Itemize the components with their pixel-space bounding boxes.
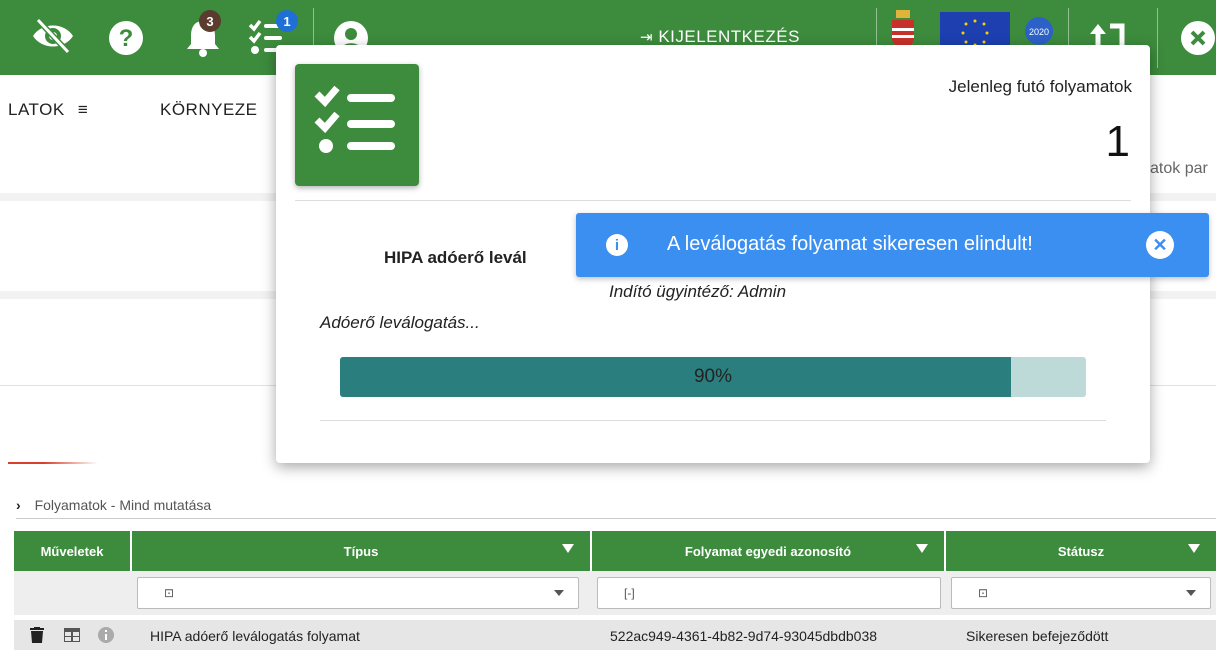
breadcrumb-label: Folyamatok - Mind mutatása xyxy=(34,497,212,513)
row-statusz: Sikeresen befejeződött xyxy=(966,628,1109,644)
nav-item-menu[interactable]: LATOK ≡ xyxy=(8,100,88,120)
eu-2020-label: 2020 xyxy=(1029,27,1049,37)
column-header-azonosito[interactable]: Folyamat egyedi azonosító xyxy=(592,531,944,571)
filter-placeholder: [-] xyxy=(624,586,635,600)
job-starter: Indító ügyintéző: Admin xyxy=(609,282,787,301)
chevron-right-icon: › xyxy=(16,497,21,513)
nav-item-environment[interactable]: KÖRNYEZE xyxy=(160,100,258,120)
filter-icon[interactable] xyxy=(562,544,574,553)
chevron-down-icon xyxy=(1186,590,1196,596)
filter-icon[interactable] xyxy=(1188,544,1200,553)
close-icon: ✕ xyxy=(1152,234,1168,255)
row-tipus: HIPA adóerő leválogatás folyamat xyxy=(150,628,360,644)
eye-off-icon[interactable] xyxy=(30,16,76,61)
column-header-label: Státusz xyxy=(1057,543,1105,559)
partial-label: atok par xyxy=(1150,160,1208,177)
close-app-icon[interactable] xyxy=(1180,20,1216,61)
progress-label: 90% xyxy=(693,366,733,387)
info-icon[interactable] xyxy=(98,627,114,646)
column-header-label: Műveletek xyxy=(40,543,104,559)
trash-icon[interactable] xyxy=(30,627,44,646)
logout-label: KIJELENTKEZÉS xyxy=(658,27,800,46)
filter-placeholder: ⊡ xyxy=(978,586,989,600)
column-header-muveletek: Műveletek xyxy=(14,531,130,571)
notifications-badge: 3 xyxy=(199,10,221,32)
column-header-statusz[interactable]: Státusz xyxy=(946,531,1216,571)
nav-item-label: LATOK xyxy=(8,100,65,119)
accent-line xyxy=(8,462,98,464)
azonosito-filter-input[interactable]: [-] xyxy=(597,577,941,609)
row-azonosito: 522ac949-4361-4b82-9d74-93045dbdb038 xyxy=(610,628,878,644)
table-row[interactable]: HIPA adóerő leválogatás folyamat 522ac94… xyxy=(14,620,1216,650)
filter-icon[interactable] xyxy=(916,544,928,553)
column-header-label: Típus xyxy=(343,543,379,559)
tasks-list-icon xyxy=(295,64,419,186)
divider xyxy=(320,420,1106,421)
breadcrumb-divider xyxy=(16,518,1216,519)
help-icon[interactable]: ? xyxy=(108,20,144,61)
info-icon: i xyxy=(606,234,628,256)
job-name: HIPA adóerő levál xyxy=(384,248,527,267)
logout-icon: ⇥ xyxy=(640,29,654,46)
menu-icon: ≡ xyxy=(77,100,89,119)
filter-placeholder: ⊡ xyxy=(164,586,175,600)
progress-bar: 90% xyxy=(340,357,1086,397)
chevron-down-icon xyxy=(554,590,564,596)
divider xyxy=(295,200,1131,201)
tipus-filter-select[interactable]: ⊡ xyxy=(137,577,579,609)
table-icon[interactable] xyxy=(64,628,80,645)
running-count: 1 xyxy=(1105,117,1130,166)
header-separator xyxy=(1157,8,1158,68)
toast-message: A leválogatás folyamat sikeresen elindul… xyxy=(667,233,1033,255)
job-step: Adóerő leválogatás... xyxy=(320,313,480,332)
logout-button[interactable]: ⇥ KIJELENTKEZÉS xyxy=(640,27,800,47)
svg-text:?: ? xyxy=(119,25,134,52)
close-toast-button[interactable]: ✕ xyxy=(1146,231,1174,259)
popup-title: Jelenleg futó folyamatok xyxy=(948,77,1132,96)
tasks-badge: 1 xyxy=(276,10,298,32)
column-header-tipus[interactable]: Típus xyxy=(132,531,590,571)
breadcrumb[interactable]: › Folyamatok - Mind mutatása xyxy=(16,497,211,513)
statusz-filter-select[interactable]: ⊡ xyxy=(951,577,1211,609)
success-toast: i A leválogatás folyamat sikeresen elind… xyxy=(576,213,1209,277)
column-header-label: Folyamat egyedi azonosító xyxy=(684,543,852,559)
